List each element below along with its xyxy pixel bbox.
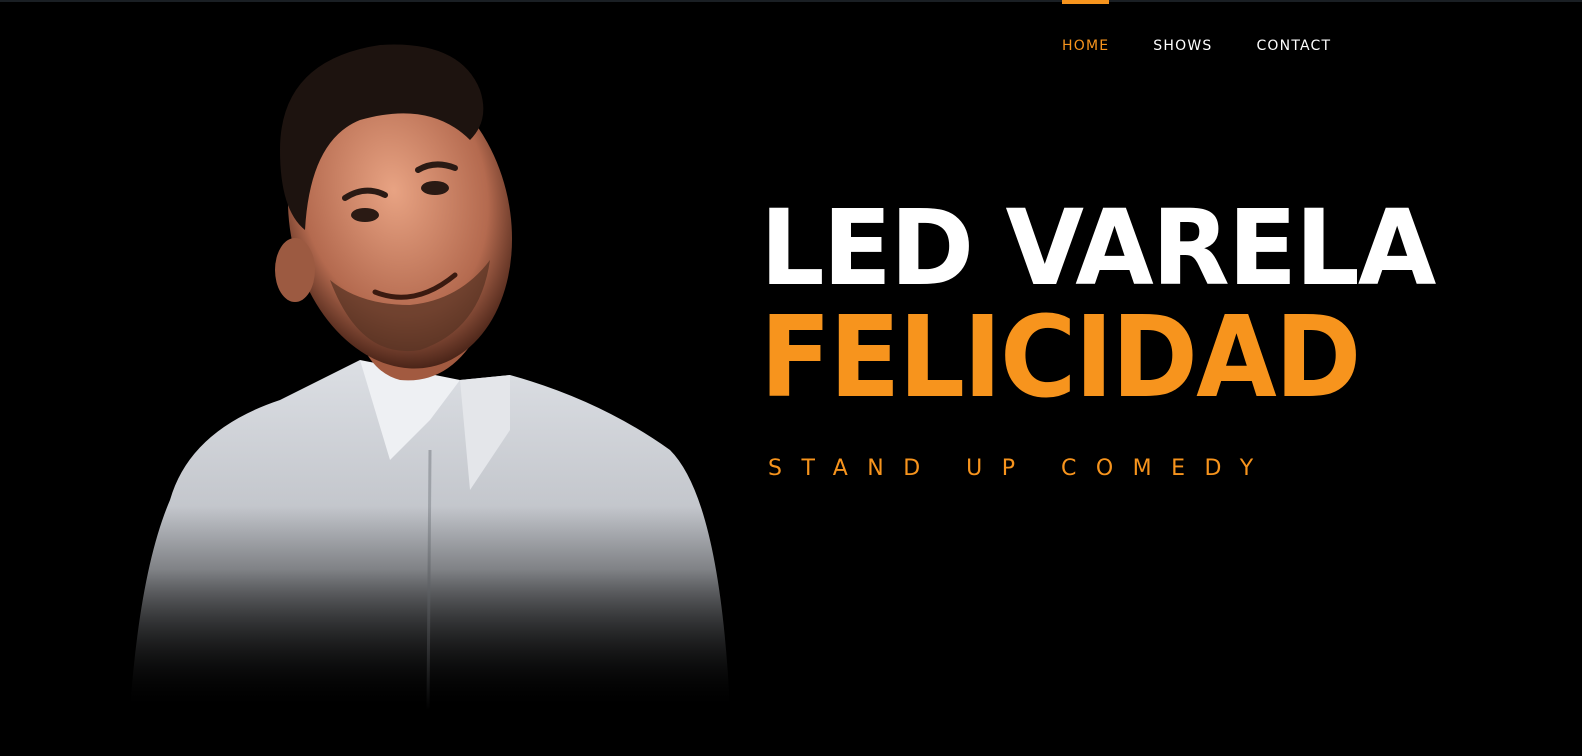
- nav-item-contact[interactable]: CONTACT: [1234, 0, 1353, 80]
- nav-item-label: SHOWS: [1153, 38, 1213, 54]
- hero-text: LED VARELA FELICIDAD: [760, 187, 1436, 423]
- hero-portrait: [130, 30, 740, 710]
- hero-name: LED VARELA: [760, 187, 1436, 309]
- hero-tagline: STAND UP COMEDY: [768, 456, 1273, 481]
- nav-item-shows[interactable]: SHOWS: [1131, 0, 1234, 80]
- hero-show-title: FELICIDAD: [760, 293, 1361, 423]
- nav-item-label: CONTACT: [1256, 38, 1332, 54]
- nav-item-home[interactable]: HOME: [1040, 0, 1131, 80]
- nav-item-label: HOME: [1062, 38, 1110, 54]
- active-indicator: [1062, 0, 1110, 4]
- main-nav: HOME SHOWS CONTACT: [1040, 0, 1353, 80]
